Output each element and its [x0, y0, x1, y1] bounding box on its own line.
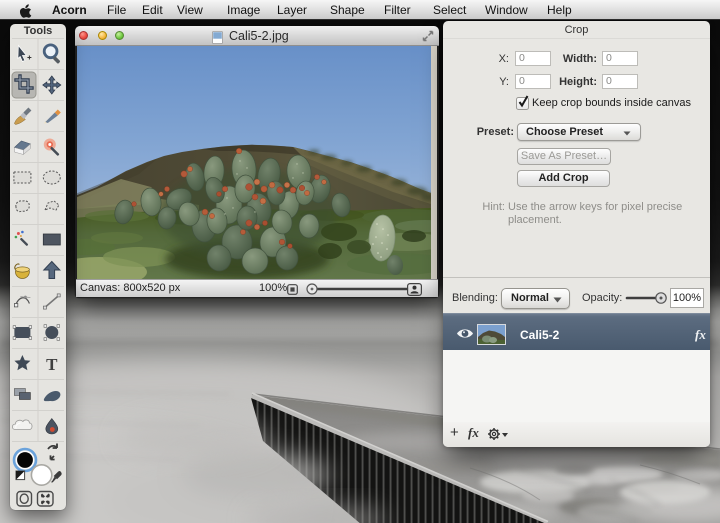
svg-text:T: T	[46, 355, 58, 374]
